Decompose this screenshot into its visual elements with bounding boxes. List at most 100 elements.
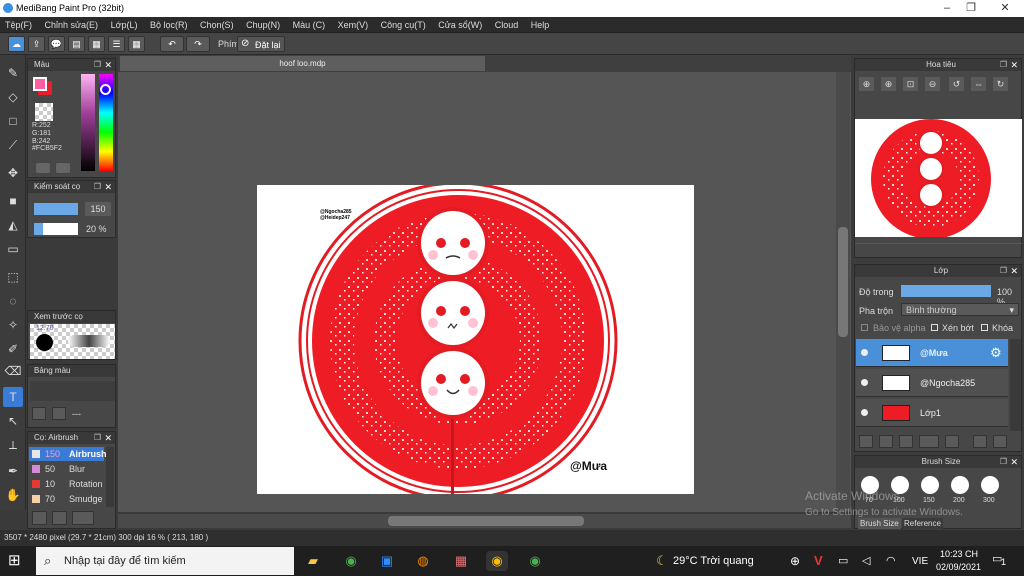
brush-list-scrollbar[interactable] xyxy=(106,447,114,507)
eyedrop-color-icon[interactable] xyxy=(56,163,70,173)
menu-window[interactable]: Cửa sổ(W) xyxy=(433,17,487,33)
float-icon[interactable]: ❐ xyxy=(94,432,101,444)
brush-size-option[interactable] xyxy=(951,476,969,494)
close-panel-icon[interactable]: ✕ xyxy=(1010,456,1018,468)
brush-item[interactable]: 50 Blur xyxy=(29,462,104,476)
menu-filter[interactable]: Bộ lọc(R) xyxy=(145,17,193,33)
float-icon[interactable]: ❐ xyxy=(94,181,101,193)
menu-file[interactable]: Tệp(F) xyxy=(0,17,37,33)
chrome-profile-2-icon[interactable]: ◉ xyxy=(524,551,546,571)
layer-list-scrollbar[interactable] xyxy=(1010,339,1021,431)
chrome-profile-icon[interactable]: ◉ xyxy=(340,551,362,571)
float-icon[interactable]: ❐ xyxy=(94,59,101,71)
volume-icon[interactable]: ◁ xyxy=(862,554,870,567)
menu-select[interactable]: Chọn(S) xyxy=(195,17,239,33)
select-eraser-icon[interactable]: ⌫ xyxy=(3,361,23,381)
gradient-tool-icon[interactable]: ▭ xyxy=(3,239,23,259)
delete-palette-icon[interactable] xyxy=(52,407,66,420)
brush-settings-icon[interactable] xyxy=(72,511,94,525)
file-explorer-icon[interactable]: ▰ xyxy=(302,551,324,571)
menu-layer[interactable]: Lớp(L) xyxy=(106,17,143,33)
hue-handle[interactable] xyxy=(100,84,111,95)
clock-date[interactable]: 02/09/2021 xyxy=(936,562,981,572)
maximize-button[interactable]: ❐ xyxy=(956,1,986,15)
list-icon[interactable]: ☰ xyxy=(108,36,125,52)
battery-icon[interactable]: ▭ xyxy=(838,554,848,567)
eyedropper-tool-icon[interactable]: ⟂ xyxy=(3,435,23,455)
close-panel-icon[interactable]: ✕ xyxy=(1010,265,1018,277)
tab-brush-size[interactable]: Brush Size xyxy=(858,518,901,529)
taskbar-search-input[interactable]: ⌕ Nhập tại đây để tìm kiếm xyxy=(36,547,294,575)
new-palette-icon[interactable] xyxy=(32,407,46,420)
zoom-icon[interactable]: ▣ xyxy=(376,551,398,571)
brush-opacity-value[interactable]: 20 % xyxy=(86,224,107,234)
brush-size-slider[interactable] xyxy=(34,203,78,215)
close-button[interactable]: ✕ xyxy=(990,1,1020,15)
brightness-slider[interactable] xyxy=(81,74,95,171)
fit-icon[interactable]: ⊡ xyxy=(903,77,918,91)
tab-reference[interactable]: Reference xyxy=(902,518,943,529)
brush-item[interactable]: 150 Airbrush xyxy=(29,447,107,461)
notification-icon[interactable]: ▭ 1 xyxy=(992,552,1010,568)
rectangle-tool-icon[interactable]: □ xyxy=(3,111,23,131)
weather-text[interactable]: 29°C Trời quang xyxy=(673,555,754,567)
zoom-in-icon[interactable]: ⊕ xyxy=(859,77,874,91)
protect-alpha-checkbox[interactable] xyxy=(861,324,868,331)
new-layer-2-icon[interactable] xyxy=(879,435,893,448)
pen-tool-icon[interactable]: ✒ xyxy=(3,461,23,481)
chrome-icon[interactable]: ◉ xyxy=(486,551,508,571)
windows-start-icon[interactable]: ⊞ xyxy=(8,552,26,570)
brush-size-value[interactable]: 150 xyxy=(85,202,111,216)
share-icon[interactable]: ⇪ xyxy=(28,36,45,52)
select-tool-icon[interactable]: ⬚ xyxy=(3,267,23,287)
magic-wand-icon[interactable]: ✧ xyxy=(3,315,23,335)
reset-button[interactable]: ⊘ Đặt lại xyxy=(237,36,285,52)
menu-edit[interactable]: Chỉnh sửa(E) xyxy=(40,17,104,33)
folder-icon[interactable] xyxy=(945,435,959,448)
blend-mode-select[interactable]: Bình thường ▾ xyxy=(901,303,1019,316)
layer-item[interactable]: @Ngocha285 xyxy=(856,369,1008,397)
fill-rect-tool-icon[interactable]: ■ xyxy=(3,191,23,211)
brush-size-option[interactable] xyxy=(921,476,939,494)
layer-item[interactable]: Lớp1 xyxy=(856,399,1008,427)
menu-color[interactable]: Màu (C) xyxy=(288,17,331,33)
menu-help[interactable]: Help xyxy=(526,17,555,33)
menu-tools[interactable]: Công cụ(T) xyxy=(376,17,431,33)
flip-icon[interactable]: ⇔ xyxy=(971,77,986,91)
gear-icon[interactable]: ⚙ xyxy=(990,345,1002,361)
visibility-icon[interactable] xyxy=(861,409,868,416)
layer-item[interactable]: @Mưa ⚙ xyxy=(856,339,1008,367)
palette-swatches[interactable] xyxy=(30,381,115,401)
language-indicator[interactable]: VIE xyxy=(912,556,928,567)
move-tool-icon[interactable]: ✥ xyxy=(3,163,23,183)
bucket-tool-icon[interactable]: ◭ xyxy=(3,215,23,235)
page-icon[interactable]: ▦ xyxy=(88,36,105,52)
close-panel-icon[interactable]: ✕ xyxy=(1010,59,1018,71)
add-brush-icon[interactable] xyxy=(32,511,47,525)
brush-item[interactable]: 10 Rotation xyxy=(29,477,104,491)
menu-view[interactable]: Xem(V) xyxy=(333,17,374,33)
float-icon[interactable]: ❐ xyxy=(1000,265,1007,277)
tray-icon[interactable]: ⊕ xyxy=(790,554,800,568)
merge-layer-icon[interactable] xyxy=(993,435,1007,448)
document-tab[interactable]: hoof loo.mdp xyxy=(120,56,485,71)
menu-capture[interactable]: Chụp(N) xyxy=(241,17,285,33)
brush-size-option[interactable] xyxy=(981,476,999,494)
brush-opacity-slider[interactable] xyxy=(34,223,78,235)
rotate-left-icon[interactable]: ↺ xyxy=(949,77,964,91)
visibility-icon[interactable] xyxy=(861,379,868,386)
primary-color-swatch[interactable] xyxy=(33,77,47,91)
new-layer-icon[interactable] xyxy=(859,435,873,448)
select-pen-icon[interactable]: ✐ xyxy=(3,339,23,359)
zoom-out-icon[interactable]: ⊖ xyxy=(925,77,940,91)
clock-time[interactable]: 10:23 CH xyxy=(940,549,978,559)
close-panel-icon[interactable]: ✕ xyxy=(104,432,112,444)
add-color-icon[interactable] xyxy=(36,163,50,173)
grid-icon[interactable]: ▦ xyxy=(128,36,145,52)
lasso-tool-icon[interactable]: ◌ xyxy=(3,291,23,311)
horizontal-scrollbar[interactable] xyxy=(118,514,851,528)
layer-opacity-slider[interactable] xyxy=(901,285,991,297)
eraser-tool-icon[interactable]: ◇ xyxy=(3,87,23,107)
visibility-icon[interactable] xyxy=(861,349,868,356)
firefox-icon[interactable]: ◍ xyxy=(412,551,434,571)
